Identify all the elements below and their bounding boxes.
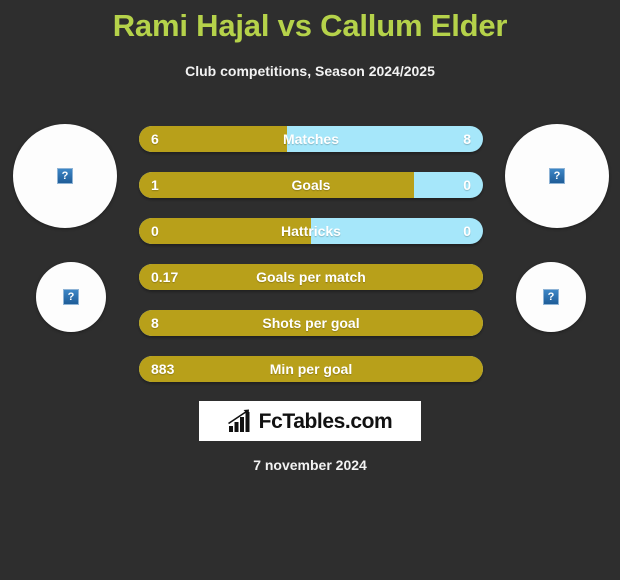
away-value: 0 xyxy=(463,177,471,193)
stat-label: Hattricks xyxy=(281,223,341,239)
stat-row-hattricks: 0 Hattricks 0 xyxy=(139,218,483,244)
stat-row-goals-per-match: 0.17 Goals per match xyxy=(139,264,483,290)
stat-row-goals: 1 Goals 0 xyxy=(139,172,483,198)
stat-row-min-per-goal: 883 Min per goal xyxy=(139,356,483,382)
page-title: Rami Hajal vs Callum Elder xyxy=(112,8,508,43)
broken-image-icon: ? xyxy=(57,168,73,184)
broken-image-icon: ? xyxy=(63,289,79,305)
bar-chart-growth-icon xyxy=(227,409,250,432)
broken-image-icon: ? xyxy=(543,289,559,305)
page-subtitle: Club competitions, Season 2024/2025 xyxy=(185,63,435,79)
stat-row-matches: 6 Matches 8 xyxy=(139,126,483,152)
stat-row-shots-per-goal: 8 Shots per goal xyxy=(139,310,483,336)
away-player-photo-bottom: ? xyxy=(516,262,586,332)
report-date: 7 november 2024 xyxy=(253,457,367,473)
stats-bar-list: 6 Matches 8 1 Goals 0 0 Hattricks 0 0.17… xyxy=(139,126,483,402)
site-logo[interactable]: FcTables.com xyxy=(199,401,421,441)
comparison-infographic: Rami Hajal vs Callum Elder Club competit… xyxy=(0,0,620,580)
logo-text: FcTables.com xyxy=(258,409,393,433)
broken-image-icon: ? xyxy=(549,168,565,184)
stat-label: Matches xyxy=(282,131,340,147)
home-player-photo-top: ? xyxy=(13,124,117,228)
away-value: 8 xyxy=(463,131,471,147)
away-player-photo-top: ? xyxy=(505,124,609,228)
away-value: 0 xyxy=(463,223,471,239)
home-player-photo-bottom: ? xyxy=(36,262,106,332)
stat-label: Goals xyxy=(291,177,331,193)
stat-label: Shots per goal xyxy=(262,315,360,331)
stat-label: Min per goal xyxy=(269,361,353,377)
stat-label: Goals per match xyxy=(256,269,366,285)
